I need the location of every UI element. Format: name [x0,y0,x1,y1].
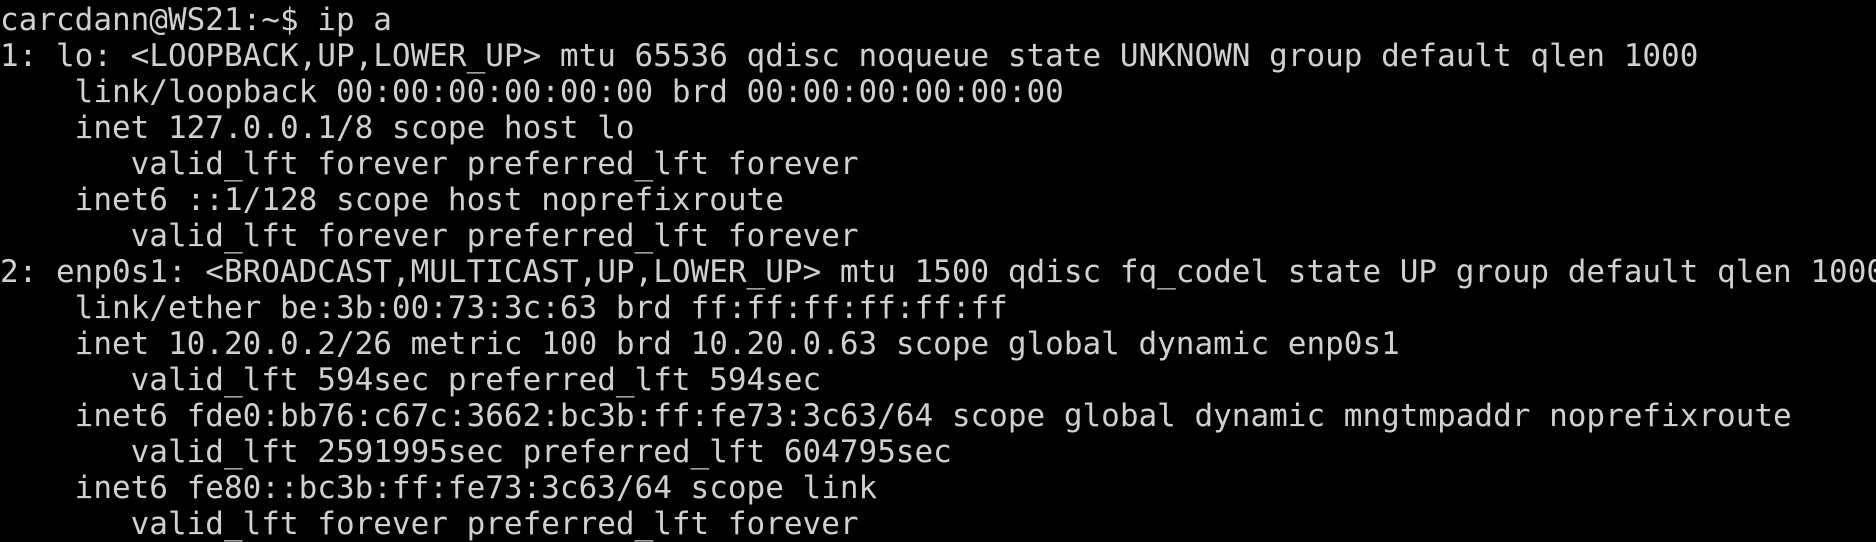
prompt-line: carcdann@WS21:~$ ip a [0,2,392,38]
lo-inet-lifetime-line: valid_lft forever preferred_lft forever [0,146,859,182]
enp0s1-inet6-global-line: inet6 fde0:bb76:c67c:3662:bc3b:ff:fe73:3… [0,398,1792,434]
lo-inet6-lifetime-line: valid_lft forever preferred_lft forever [0,218,859,254]
enp0s1-inet6-link-lifetime-line: valid_lft forever preferred_lft forever [0,506,859,542]
terminal-window[interactable]: carcdann@WS21:~$ ip a 1: lo: <LOOPBACK,U… [0,0,1876,542]
interface-enp0s1-header: 2: enp0s1: <BROADCAST,MULTICAST,UP,LOWER… [0,254,1876,290]
lo-inet-line: inet 127.0.0.1/8 scope host lo [0,110,635,146]
lo-link-line: link/loopback 00:00:00:00:00:00 brd 00:0… [0,74,1064,110]
lo-inet6-line: inet6 ::1/128 scope host noprefixroute [0,182,784,218]
interface-lo-header: 1: lo: <LOOPBACK,UP,LOWER_UP> mtu 65536 … [0,38,1699,74]
enp0s1-link-line: link/ether be:3b:00:73:3c:63 brd ff:ff:f… [0,290,1008,326]
enp0s1-inet6-link-line: inet6 fe80::bc3b:ff:fe73:3c63/64 scope l… [0,470,878,506]
enp0s1-inet-line: inet 10.20.0.2/26 metric 100 brd 10.20.0… [0,326,1400,362]
enp0s1-inet-lifetime-line: valid_lft 594sec preferred_lft 594sec [0,362,822,398]
enp0s1-inet6-global-lifetime-line: valid_lft 2591995sec preferred_lft 60479… [0,434,952,470]
